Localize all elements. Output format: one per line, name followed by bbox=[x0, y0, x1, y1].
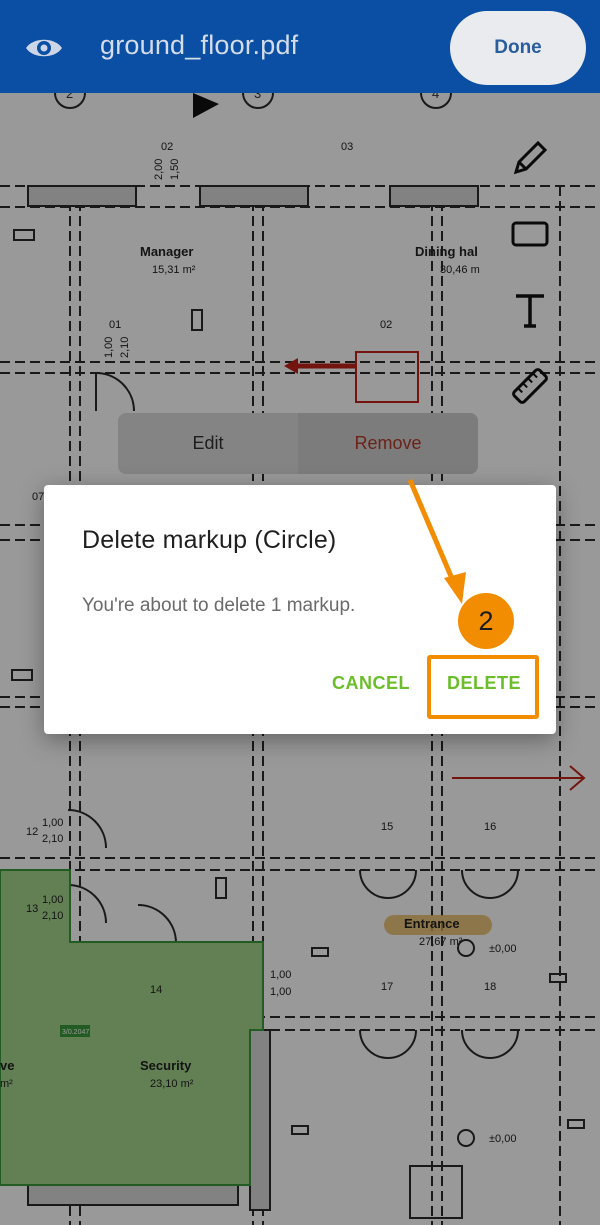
delete-highlight bbox=[427, 655, 539, 719]
step-badge: 2 bbox=[458, 593, 514, 649]
